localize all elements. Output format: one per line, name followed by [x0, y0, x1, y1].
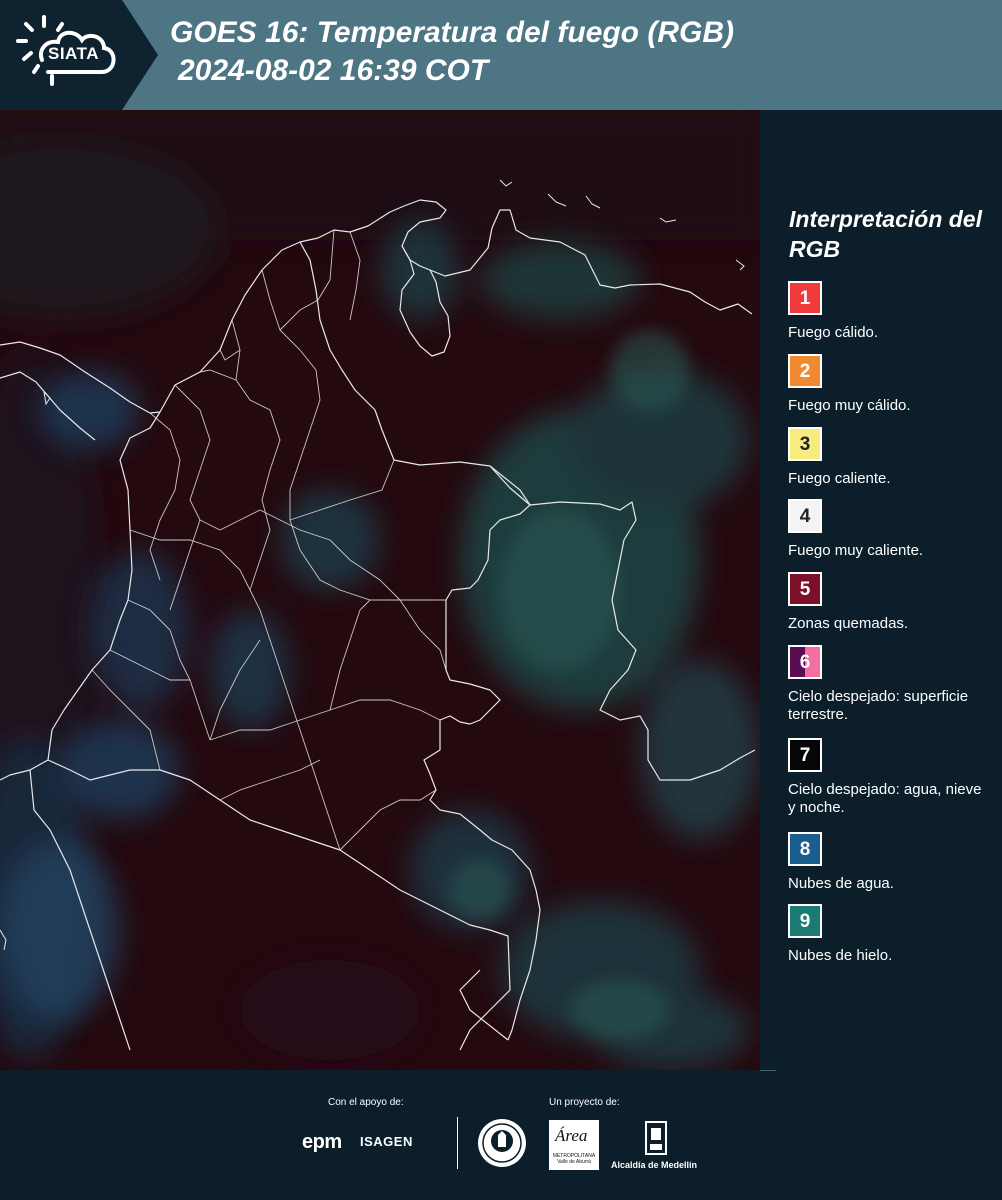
- legend-label: Zonas quemadas.: [788, 615, 909, 632]
- alcaldia-shield-icon: [645, 1121, 667, 1155]
- legend-item-water-clouds: 8 Nubes de agua.: [788, 832, 988, 893]
- legend-label: Fuego caliente.: [788, 470, 891, 487]
- legend-item-ice-clouds: 9 Nubes de hielo.: [788, 904, 988, 965]
- legend-label: Fuego muy caliente.: [788, 542, 924, 559]
- legend-swatch: 6: [788, 645, 822, 679]
- footer: Con el apoyo de: Un proyecto de: epm ISA…: [0, 1070, 1002, 1200]
- legend-item-clear-sky-land: 6 Cielo despejado: superficie terrestre.: [788, 645, 988, 724]
- legend-label: Nubes de hielo.: [788, 947, 893, 964]
- footer-divider-line: [760, 1070, 776, 1071]
- header-bar: SIATA GOES 16: Temperatura del fuego (RG…: [0, 0, 1002, 110]
- footer-separator: [457, 1117, 458, 1169]
- legend-swatch: 4: [788, 499, 822, 533]
- legend-item-burned-areas: 5 Zonas quemadas.: [788, 572, 988, 633]
- siata-logo-text: SIATA: [48, 44, 99, 63]
- area-metropolitana-logo: Área METROPOLITANA Valle de Aburrá: [549, 1120, 599, 1170]
- satellite-map-image: [0, 110, 760, 1070]
- legend-swatch: 5: [788, 572, 822, 606]
- legend-item-very-warm-fire: 2 Fuego muy cálido.: [788, 354, 988, 415]
- legend-item-hot-fire: 3 Fuego caliente.: [788, 427, 988, 488]
- legend-label: Cielo despejado: agua, nieve y noche.: [788, 781, 982, 816]
- epm-logo: epm: [302, 1131, 342, 1153]
- page-title: GOES 16: Temperatura del fuego (RGB): [170, 16, 734, 49]
- legend-swatch: 7: [788, 738, 822, 772]
- satellite-map[interactable]: [0, 110, 760, 1070]
- legend-label: Nubes de agua.: [788, 875, 894, 892]
- page-timestamp: 2024-08-02 16:39 COT: [178, 54, 489, 87]
- legend-swatch: 3: [788, 427, 822, 461]
- legend-label: Fuego cálido.: [788, 324, 879, 341]
- project-caption: Un proyecto de:: [549, 1097, 620, 1108]
- legend-item-warm-fire: 1 Fuego cálido.: [788, 281, 988, 342]
- legend-swatch: 8: [788, 832, 822, 866]
- legend-swatch: 2: [788, 354, 822, 388]
- legend-swatch: 1: [788, 281, 822, 315]
- alcaldia-logo-text: Alcaldía de Medellín: [611, 1160, 698, 1170]
- rgb-legend: Interpretación del RGB 1 Fuego cálido. 2…: [760, 110, 1002, 1070]
- legend-item-clear-sky-water: 7 Cielo despejado: agua, nieve y noche.: [788, 738, 988, 817]
- legend-label: Fuego muy cálido.: [788, 397, 911, 414]
- legend-item-very-hot-fire: 4 Fuego muy caliente.: [788, 499, 988, 560]
- legend-title: Interpretación del RGB: [789, 206, 982, 262]
- support-caption: Con el apoyo de:: [328, 1097, 404, 1108]
- legend-label: Cielo despejado: superficie terrestre.: [788, 688, 969, 723]
- university-seal-icon: [478, 1119, 526, 1167]
- legend-swatch: 9: [788, 904, 822, 938]
- siata-logo-block: SIATA: [0, 0, 158, 110]
- isagen-logo: ISAGEN: [360, 1134, 413, 1149]
